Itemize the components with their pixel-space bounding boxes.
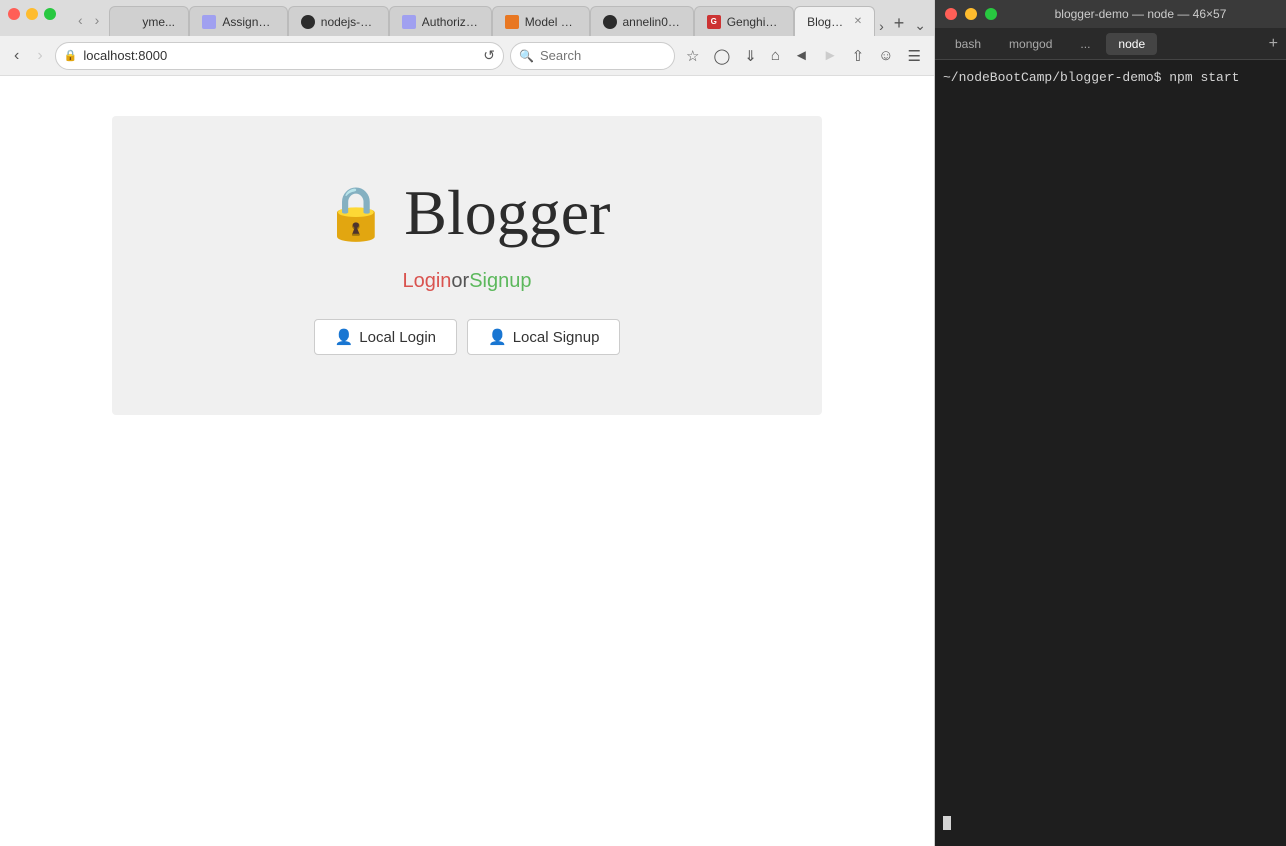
forward-history-button[interactable]: ► [818, 43, 843, 68]
minimize-button[interactable] [26, 8, 38, 20]
terminal-prompt: ~/nodeBootCamp/blogger-demo$ npm start [943, 68, 1278, 88]
lock-icon: 🔒 [324, 183, 389, 244]
tab-label-4: Authoriza... [422, 15, 479, 29]
tab-close-icon-8[interactable]: ✕ [854, 16, 862, 27]
app-name: Blogger [404, 176, 610, 250]
terminal-pane: blogger-demo — node — 46×57 bash mongod … [935, 0, 1286, 846]
browser-window: ‹ › yme... Assignm... nodejs-bl... Autho… [0, 0, 935, 846]
reading-list-button[interactable]: ◯ [708, 43, 735, 69]
reload-button[interactable]: ↺ [483, 47, 495, 64]
user-icon-signup: 👤 [488, 328, 507, 346]
main-layout: ‹ › yme... Assignm... nodejs-bl... Autho… [0, 0, 1286, 846]
terminal-tab-mongod[interactable]: mongod [997, 33, 1064, 55]
user-icon-login: 👤 [335, 328, 354, 346]
terminal-new-tab-button[interactable]: + [1269, 35, 1278, 53]
maximize-button[interactable] [44, 8, 56, 20]
tab-label-2: Assignm... [222, 15, 274, 29]
tab-back-button[interactable]: ‹ [72, 8, 89, 32]
home-button[interactable]: ⌂ [766, 43, 785, 68]
terminal-command: ~/nodeBootCamp/blogger-demo$ npm start [943, 70, 1239, 85]
browser-tab-5[interactable]: Model O... [492, 6, 590, 36]
address-lock-icon: 🔒 [64, 49, 78, 62]
browser-tab-2[interactable]: Assignm... [189, 6, 287, 36]
tab-label-8: Blogger [807, 15, 846, 29]
signup-text: Signup [469, 270, 531, 293]
search-icon: 🔍 [519, 49, 534, 63]
tab-favicon-2 [202, 15, 216, 29]
window-controls [8, 8, 56, 20]
share-button[interactable]: ⇧ [847, 43, 870, 69]
blogger-title: 🔒 Blogger [324, 176, 611, 250]
tab-label-1: yme... [142, 15, 176, 29]
terminal-maximize-button[interactable] [985, 8, 997, 20]
terminal-close-button[interactable] [945, 8, 957, 20]
terminal-tabs: bash mongod ... node + [935, 28, 1286, 60]
forward-button[interactable]: › [31, 43, 48, 69]
address-input[interactable] [83, 48, 477, 63]
terminal-tab-bash[interactable]: bash [943, 33, 993, 55]
new-tab-button[interactable]: + [888, 13, 911, 34]
browser-tab-4[interactable]: Authoriza... [389, 6, 492, 36]
tab-favicon-6 [603, 15, 617, 29]
emoji-button[interactable]: ☺ [873, 43, 898, 68]
tab-overflow-button[interactable]: › [875, 18, 888, 34]
login-signup-tagline: Login or Signup [402, 270, 531, 293]
or-text: or [451, 270, 469, 293]
tab-label-7: Genghis ... [727, 15, 781, 29]
terminal-body: ~/nodeBootCamp/blogger-demo$ npm start [935, 60, 1286, 846]
browser-toolbar: ‹ › 🔒 ↺ 🔍 ☆ ◯ ⇓ ⌂ ◄ ► ⇧ ☺ ☰ [0, 36, 934, 76]
auth-buttons: 👤 Local Login 👤 Local Signup [314, 319, 621, 355]
browser-tab-1[interactable]: yme... [109, 6, 189, 36]
download-button[interactable]: ⇓ [739, 43, 762, 69]
terminal-title-bar: blogger-demo — node — 46×57 [935, 0, 1286, 28]
login-text: Login [402, 270, 451, 293]
tab-label-3: nodejs-bl... [321, 15, 376, 29]
search-bar-container[interactable]: 🔍 [510, 42, 675, 70]
browser-content: 🔒 Blogger Login or Signup 👤 Local Login … [0, 76, 934, 846]
browser-tab-7[interactable]: G Genghis ... [694, 6, 794, 36]
tab-favicon-5 [505, 15, 519, 29]
browser-tab-6[interactable]: annelin07... [590, 6, 694, 36]
terminal-tab-node[interactable]: node [1106, 33, 1157, 55]
tab-bar: ‹ › yme... Assignm... nodejs-bl... Autho… [0, 0, 934, 36]
tab-label-5: Model O... [525, 15, 577, 29]
toolbar-actions: ☆ ◯ ⇓ ⌂ ◄ ► ⇧ ☺ ☰ [681, 43, 926, 69]
back-button[interactable]: ‹ [8, 43, 25, 69]
tab-favicon-1 [122, 15, 136, 29]
browser-tab-3[interactable]: nodejs-bl... [288, 6, 389, 36]
menu-button[interactable]: ☰ [903, 43, 926, 69]
local-signup-button[interactable]: 👤 Local Signup [467, 319, 620, 355]
browser-tab-8[interactable]: Blogger ✕ [794, 6, 875, 36]
bookmark-star-button[interactable]: ☆ [681, 43, 704, 69]
terminal-title: blogger-demo — node — 46×57 [1005, 7, 1276, 21]
close-button[interactable] [8, 8, 20, 20]
tab-menu-button[interactable]: ⌄ [910, 17, 930, 34]
tab-label-6: annelin07... [623, 15, 681, 29]
local-login-label: Local Login [359, 329, 436, 346]
address-bar-container[interactable]: 🔒 ↺ [55, 42, 504, 70]
tab-forward-button[interactable]: › [89, 8, 106, 32]
local-signup-label: Local Signup [513, 329, 600, 346]
tab-favicon-3 [301, 15, 315, 29]
terminal-tab-more[interactable]: ... [1068, 33, 1102, 55]
tab-favicon-4 [402, 15, 416, 29]
terminal-minimize-button[interactable] [965, 8, 977, 20]
terminal-cursor [943, 816, 951, 830]
local-login-button[interactable]: 👤 Local Login [314, 319, 457, 355]
blogger-card: 🔒 Blogger Login or Signup 👤 Local Login … [112, 116, 822, 415]
search-input[interactable] [540, 48, 666, 63]
back-history-button[interactable]: ◄ [789, 43, 814, 68]
